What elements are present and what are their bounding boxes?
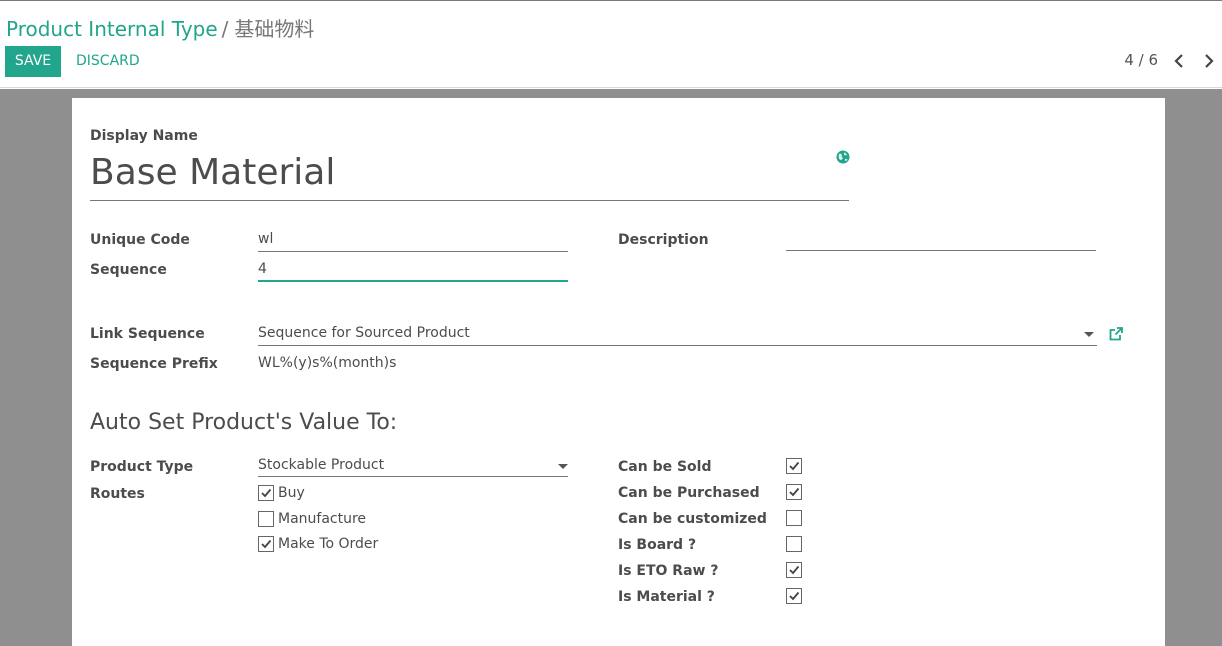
route-make-to-order-label: Make To Order (278, 536, 379, 552)
is-eto-raw-checkbox[interactable] (786, 562, 802, 578)
chevron-right-icon[interactable] (1201, 51, 1217, 71)
sequence-value: 4 (258, 261, 267, 277)
breadcrumb: Product Internal Type / 基础物料 (6, 13, 314, 42)
can-be-sold-label: Can be Sold (618, 459, 712, 475)
can-be-purchased-checkbox[interactable] (786, 484, 802, 500)
check-icon (789, 591, 800, 601)
routes-label: Routes (90, 486, 145, 502)
is-board-checkbox[interactable] (786, 536, 802, 552)
link-sequence-label: Link Sequence (90, 326, 205, 342)
breadcrumb-separator: / (221, 17, 229, 41)
pager-value[interactable]: 4 / 6 (1124, 51, 1158, 69)
display-name-label: Display Name (90, 128, 198, 144)
can-be-customized-checkbox[interactable] (786, 510, 802, 526)
caret-down-icon[interactable] (1084, 332, 1094, 337)
sequence-label: Sequence (90, 262, 167, 278)
route-make-to-order-checkbox[interactable] (258, 536, 274, 552)
control-panel: Product Internal Type / 基础物料 SAVE DISCARD … (0, 1, 1222, 88)
breadcrumb-current: 基础物料 (234, 17, 315, 41)
section-title: Auto Set Product's Value To: (90, 410, 398, 435)
check-icon (261, 488, 272, 498)
can-be-purchased-label: Can be Purchased (618, 485, 760, 501)
link-sequence-select[interactable]: Sequence for Sourced Product (258, 322, 1097, 346)
check-icon (261, 539, 272, 549)
is-board-label: Is Board ? (618, 537, 697, 553)
discard-button[interactable]: DISCARD (76, 46, 140, 77)
route-buy-label: Buy (278, 485, 305, 501)
form-sheet: Display Name Base Material Unique Code w… (72, 98, 1165, 646)
display-name-value: Base Material (90, 152, 336, 193)
globe-icon[interactable] (836, 149, 850, 164)
is-material-label: Is Material ? (618, 589, 715, 605)
check-icon (789, 461, 800, 471)
unique-code-label: Unique Code (90, 232, 190, 248)
sequence-prefix-value: WL%(y)s%(month)s (258, 355, 397, 371)
unique-code-value: wl (258, 231, 274, 247)
can-be-sold-checkbox[interactable] (786, 458, 802, 474)
external-link-icon[interactable] (1108, 326, 1124, 342)
is-material-checkbox[interactable] (786, 588, 802, 604)
product-type-select[interactable]: Stockable Product (258, 454, 568, 477)
product-type-label: Product Type (90, 459, 194, 475)
display-name-field[interactable]: Base Material (90, 148, 849, 201)
description-field[interactable] (786, 227, 1096, 251)
sequence-field[interactable]: 4 (258, 258, 568, 282)
unique-code-field[interactable]: wl (258, 228, 568, 252)
check-icon (789, 565, 800, 575)
chevron-left-icon[interactable] (1171, 51, 1187, 71)
product-type-value: Stockable Product (258, 457, 385, 473)
check-icon (789, 487, 800, 497)
caret-down-icon[interactable] (558, 464, 568, 469)
can-be-customized-label: Can be customized (618, 511, 767, 527)
is-eto-raw-label: Is ETO Raw ? (618, 563, 719, 579)
breadcrumb-parent-link[interactable]: Product Internal Type (6, 17, 218, 41)
description-label: Description (618, 232, 709, 248)
link-sequence-value: Sequence for Sourced Product (258, 325, 470, 341)
save-button[interactable]: SAVE (5, 46, 61, 77)
route-manufacture-label: Manufacture (278, 511, 367, 527)
route-buy-checkbox[interactable] (258, 485, 274, 501)
route-manufacture-checkbox[interactable] (258, 511, 274, 527)
sequence-prefix-label: Sequence Prefix (90, 356, 218, 372)
